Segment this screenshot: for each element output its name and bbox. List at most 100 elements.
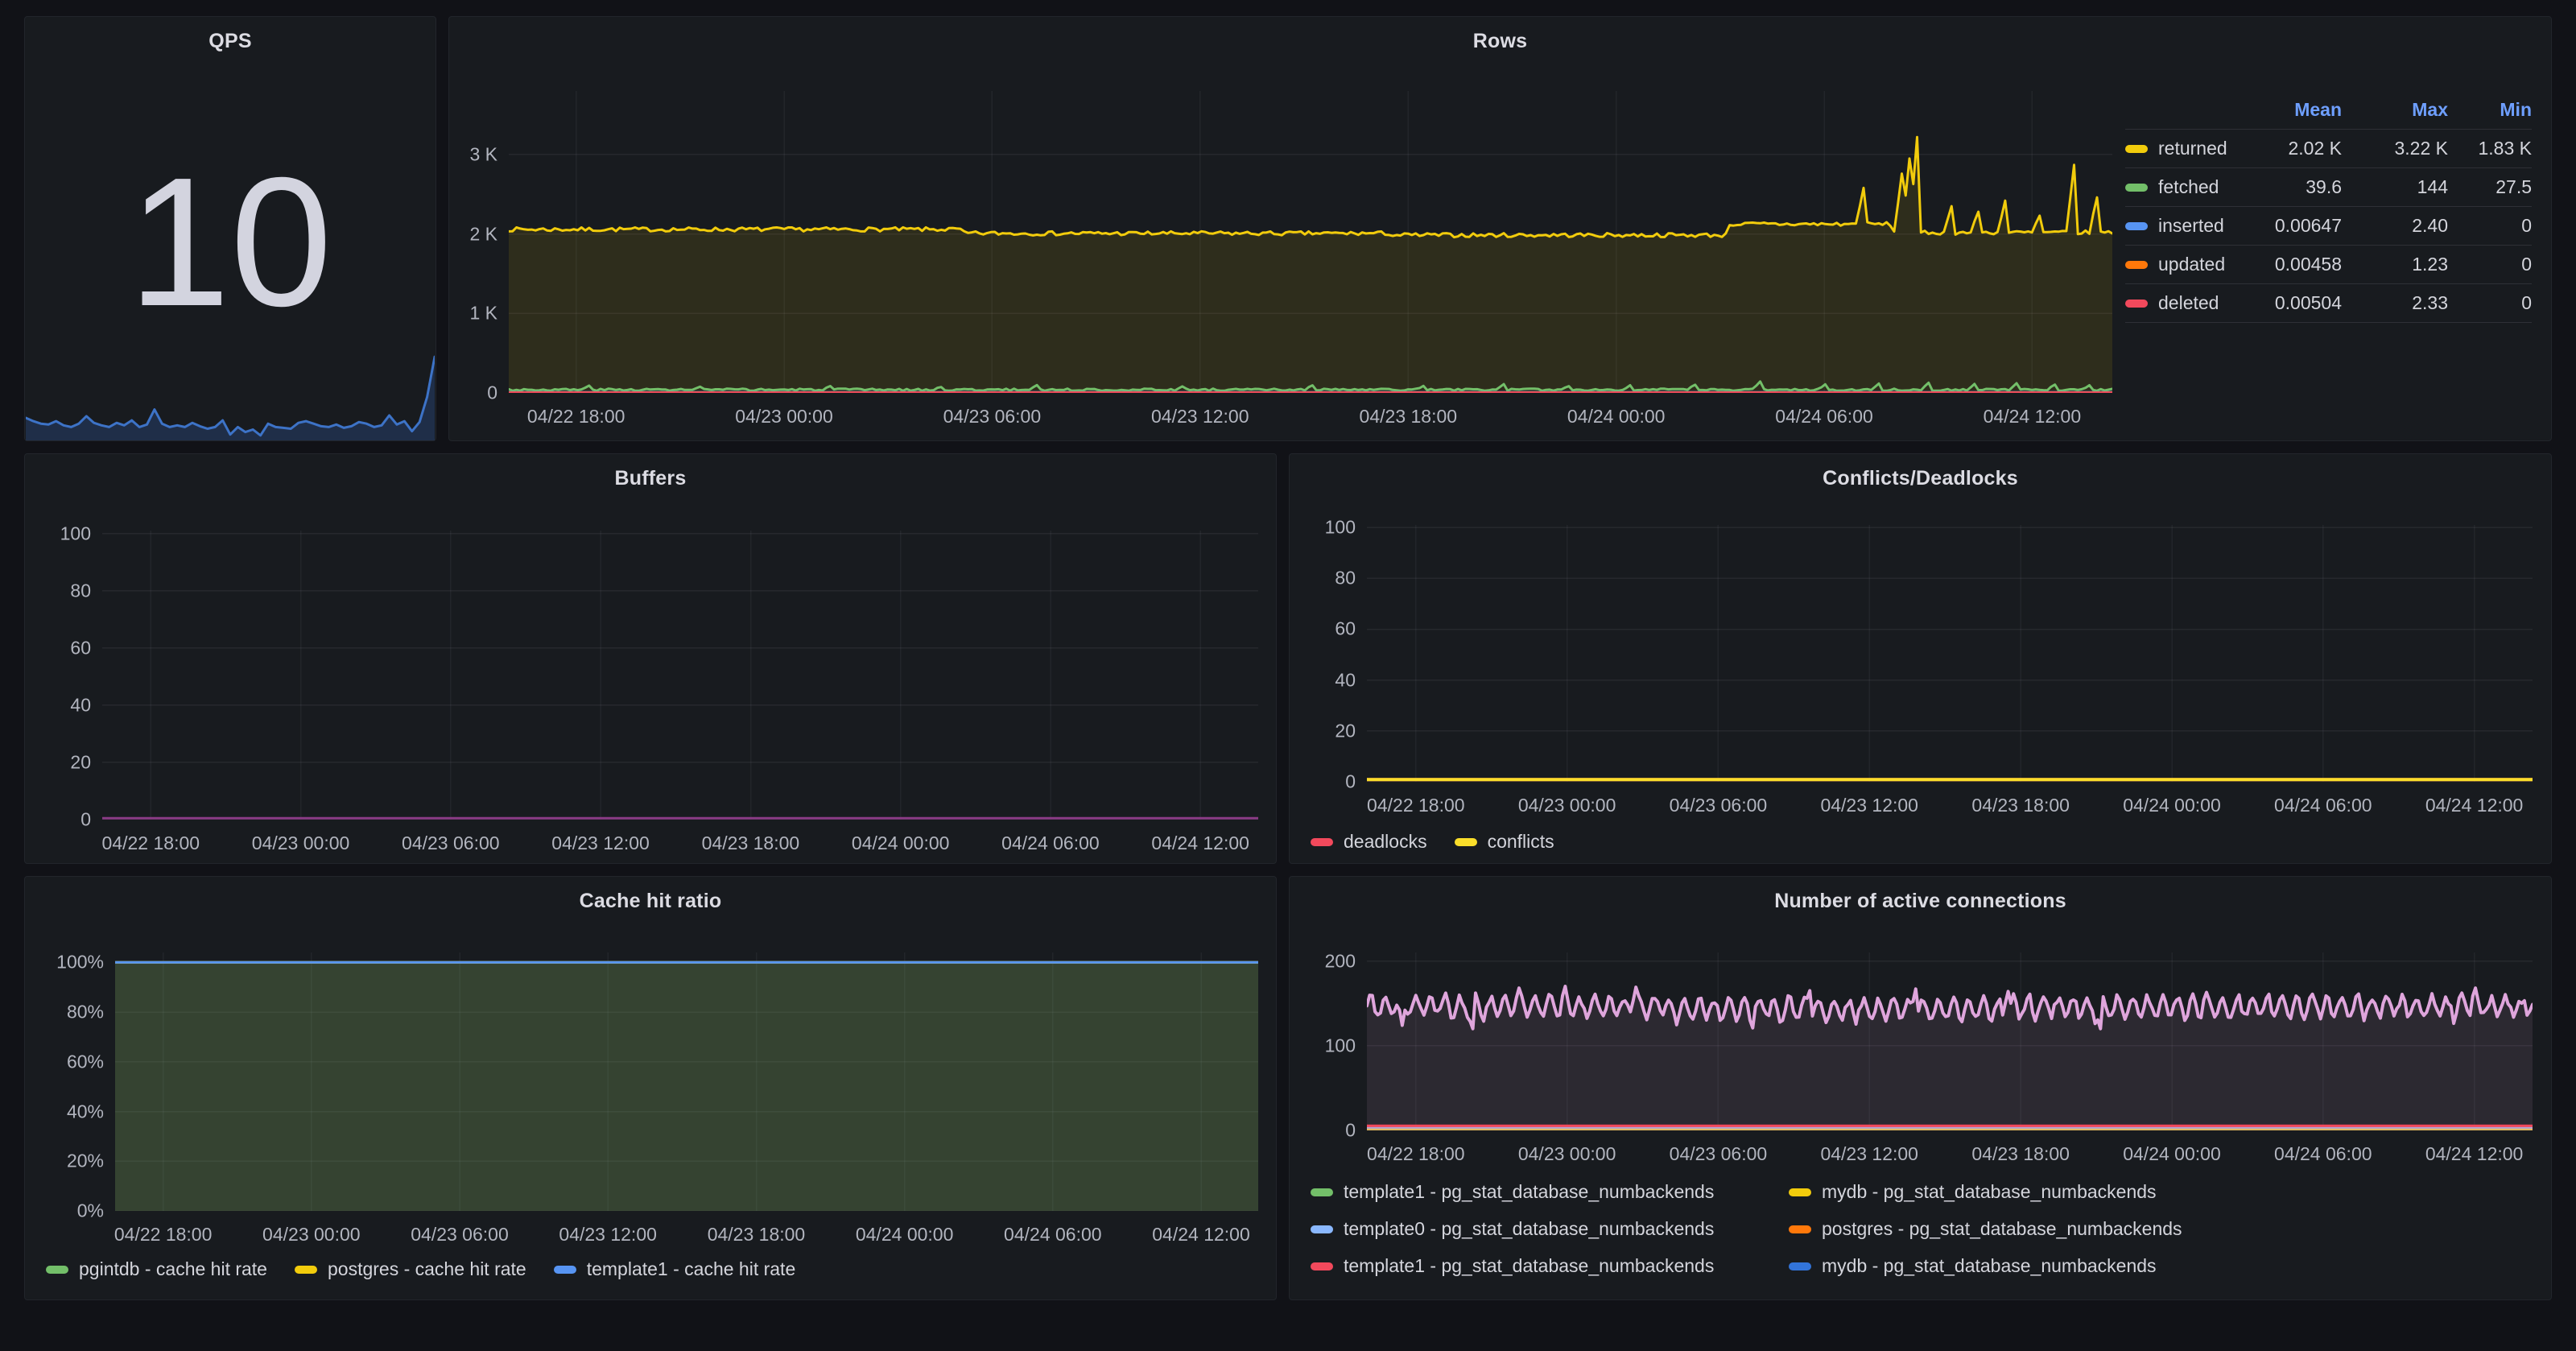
legend-series-swatch <box>2125 261 2148 269</box>
legend-item[interactable]: fetched <box>2125 176 2229 198</box>
x-axis-tick-label: 04/24 06:00 <box>2274 795 2372 816</box>
panel-qps: QPS 10 <box>24 16 436 441</box>
legend-stat-value: 3.22 K <box>2342 138 2448 159</box>
legend-series-swatch <box>1311 1262 1333 1270</box>
rows-legend-table: MeanMaxMin returned2.02 K3.22 K1.83 K fetc… <box>2125 91 2532 323</box>
panel-buffers: Buffers 02040608010004/22 18:0004/23 00:… <box>24 453 1277 864</box>
legend-column-header-mean[interactable]: Mean <box>2229 99 2342 121</box>
legend-series-swatch <box>1311 838 1333 846</box>
panel-rows: Rows 01 K2 K3 K04/22 18:0004/23 00:0004/… <box>448 16 2552 441</box>
legend-stat-value: 0.00504 <box>2229 292 2342 314</box>
legend-item[interactable]: pgintdb - cache hit rate <box>46 1258 267 1280</box>
x-axis-tick-label: 04/24 00:00 <box>856 1224 954 1246</box>
legend-series-label: template1 - cache hit rate <box>587 1258 796 1280</box>
legend-series-swatch <box>295 1266 317 1274</box>
x-axis-tick-label: 04/24 06:00 <box>2274 1143 2372 1165</box>
panel-title-cache-hit-ratio[interactable]: Cache hit ratio <box>25 877 1276 925</box>
legend-item[interactable]: template0 - pg_stat_database_numbackends <box>1311 1218 1789 1240</box>
x-axis-tick-label: 04/23 06:00 <box>1670 795 1768 816</box>
legend-table-row: returned2.02 K3.22 K1.83 K <box>2125 130 2532 168</box>
y-axis-tick-label: 60% <box>67 1051 104 1072</box>
y-axis-tick-label: 80 <box>70 580 91 601</box>
conflicts-chart-canvas[interactable]: 02040608010004/22 18:0004/23 00:0004/23 … <box>1367 525 2533 782</box>
legend-series-label: mydb - pg_stat_database_numbackends <box>1822 1255 2157 1277</box>
legend-stat-value: 0.00458 <box>2229 254 2342 275</box>
legend-stat-value: 0.00647 <box>2229 215 2342 237</box>
connections-chart-canvas[interactable]: 010020004/22 18:0004/23 00:0004/23 06:00… <box>1367 952 2533 1130</box>
y-axis-tick-label: 0 <box>487 382 497 404</box>
legend-series-swatch <box>1789 1262 1811 1270</box>
legend-series-label: inserted <box>2158 215 2224 237</box>
x-axis-tick-label: 04/24 12:00 <box>2425 1143 2524 1165</box>
x-axis-tick-label: 04/23 00:00 <box>262 1224 361 1246</box>
legend-stat-value: 39.6 <box>2229 176 2342 198</box>
x-axis-tick-label: 04/23 12:00 <box>1820 795 1918 816</box>
y-axis-tick-label: 1 K <box>469 303 497 324</box>
y-axis-tick-label: 40 <box>1335 669 1356 691</box>
buffers-chart-canvas[interactable]: 02040608010004/22 18:0004/23 00:0004/23 … <box>102 531 1258 820</box>
y-axis-tick-label: 60 <box>70 637 91 659</box>
legend-item[interactable]: conflicts <box>1455 831 1554 853</box>
x-axis-tick-label: 04/22 18:00 <box>1367 1143 1465 1165</box>
legend-item[interactable]: deleted <box>2125 292 2229 314</box>
legend-series-swatch <box>2125 222 2148 230</box>
qps-sparkline[interactable] <box>26 352 435 440</box>
legend-series-swatch <box>1311 1188 1333 1196</box>
legend-table-row: fetched39.614427.5 <box>2125 168 2532 207</box>
legend-item[interactable]: postgres - cache hit rate <box>295 1258 526 1280</box>
legend-series-swatch <box>1789 1188 1811 1196</box>
cache-legend: pgintdb - cache hit rate postgres - cache… <box>46 1258 795 1280</box>
panel-title-buffers[interactable]: Buffers <box>25 454 1276 502</box>
x-axis-tick-label: 04/23 06:00 <box>943 406 1042 428</box>
legend-table-row: inserted0.006472.400 <box>2125 207 2532 246</box>
legend-series-label: template1 - pg_stat_database_numbackends <box>1344 1181 1714 1203</box>
legend-series-label: deadlocks <box>1344 831 1427 853</box>
y-axis-tick-label: 40 <box>70 694 91 716</box>
panel-cache-hit-ratio: Cache hit ratio 0%20%40%60%80%100%04/22 … <box>24 876 1277 1300</box>
legend-series-label: fetched <box>2158 176 2219 198</box>
legend-item[interactable]: updated <box>2125 254 2229 275</box>
panel-title-rows[interactable]: Rows <box>449 17 2551 65</box>
legend-item[interactable]: inserted <box>2125 215 2229 237</box>
legend-item[interactable]: template1 - cache hit rate <box>554 1258 796 1280</box>
x-axis-tick-label: 04/23 18:00 <box>1971 795 2070 816</box>
y-axis-tick-label: 100% <box>56 952 104 973</box>
legend-item[interactable]: template1 - pg_stat_database_numbackends <box>1311 1255 1789 1277</box>
y-axis-tick-label: 200 <box>1325 950 1356 972</box>
legend-item[interactable]: returned <box>2125 138 2229 159</box>
panel-title-qps[interactable]: QPS <box>25 17 436 65</box>
legend-item[interactable]: deadlocks <box>1311 831 1427 853</box>
x-axis-tick-label: 04/23 00:00 <box>252 832 350 854</box>
legend-column-header-max[interactable]: Max <box>2342 99 2448 121</box>
x-axis-tick-label: 04/23 12:00 <box>559 1224 657 1246</box>
legend-item[interactable]: mydb - pg_stat_database_numbackends <box>1789 1181 2182 1203</box>
x-axis-tick-label: 04/22 18:00 <box>114 1224 213 1246</box>
legend-item[interactable]: template1 - pg_stat_database_numbackends <box>1311 1181 1789 1203</box>
legend-series-swatch <box>1311 1225 1333 1233</box>
legend-series-label: mydb - pg_stat_database_numbackends <box>1822 1181 2157 1203</box>
legend-stat-value: 1.23 <box>2342 254 2448 275</box>
x-axis-tick-label: 04/24 12:00 <box>1151 832 1249 854</box>
legend-item[interactable]: postgres - pg_stat_database_numbackends <box>1789 1218 2182 1240</box>
y-axis-tick-label: 0 <box>1345 1120 1356 1142</box>
x-axis-tick-label: 04/23 18:00 <box>1360 406 1458 428</box>
qps-stat-value: 10 <box>25 114 436 371</box>
legend-column-header-min[interactable]: Min <box>2448 99 2532 121</box>
panel-title-active-connections[interactable]: Number of active connections <box>1290 877 2551 925</box>
legend-stat-value: 2.40 <box>2342 215 2448 237</box>
x-axis-tick-label: 04/24 12:00 <box>1984 406 2082 428</box>
x-axis-tick-label: 04/23 12:00 <box>1151 406 1249 428</box>
cache-chart-canvas[interactable]: 0%20%40%60%80%100%04/22 18:0004/23 00:00… <box>115 952 1258 1211</box>
panel-title-conflicts-deadlocks[interactable]: Conflicts/Deadlocks <box>1290 454 2551 502</box>
grafana-dashboard: { "theme": { "page_bg": "#111217", "pane… <box>0 0 2576 1351</box>
x-axis-tick-label: 04/23 18:00 <box>702 832 800 854</box>
x-axis-tick-label: 04/24 00:00 <box>2123 795 2221 816</box>
x-axis-tick-label: 04/24 06:00 <box>1001 832 1100 854</box>
rows-chart-canvas[interactable]: 01 K2 K3 K04/22 18:0004/23 00:0004/23 06… <box>509 91 2112 393</box>
legend-stat-value: 0 <box>2448 215 2532 237</box>
legend-item[interactable]: mydb - pg_stat_database_numbackends <box>1789 1255 2182 1277</box>
x-axis-tick-label: 04/23 12:00 <box>551 832 650 854</box>
x-axis-tick-label: 04/23 00:00 <box>1518 1143 1616 1165</box>
y-axis-tick-label: 2 K <box>469 223 497 245</box>
panel-conflicts-deadlocks: Conflicts/Deadlocks 02040608010004/22 18… <box>1289 453 2552 864</box>
